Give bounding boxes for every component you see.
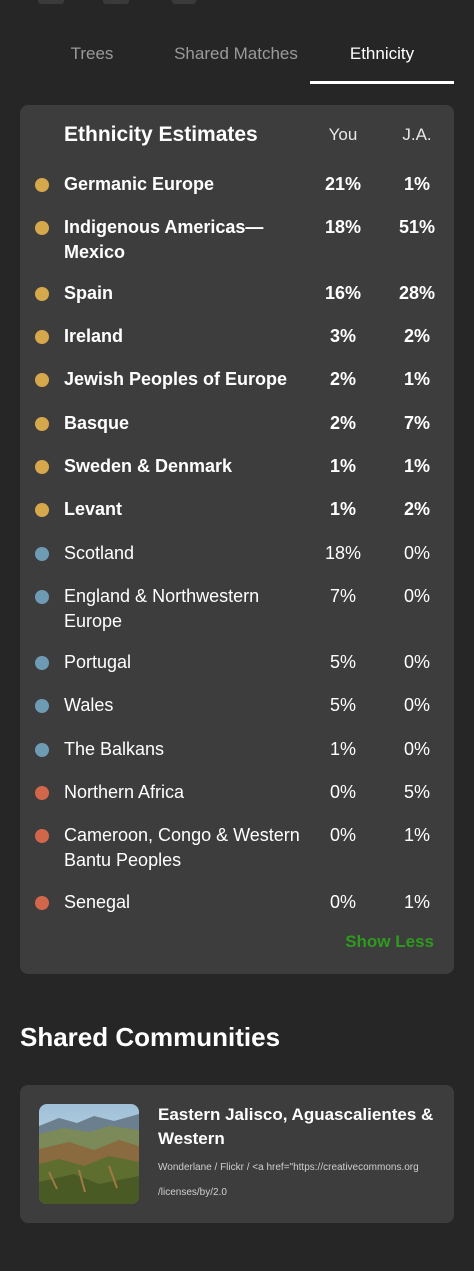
region-name: Basque	[64, 413, 130, 433]
region-color-dot	[35, 786, 49, 800]
community-title: Eastern Jalisco, Aguascalientes & Wester…	[158, 1105, 434, 1148]
region-name: Levant	[64, 499, 123, 519]
you-percent: 16%	[324, 283, 362, 303]
region-color-dot	[35, 221, 49, 235]
region-name: England & Northwestern Europe	[64, 586, 260, 631]
you-percent: 1%	[329, 499, 356, 519]
other-percent: 0%	[403, 586, 430, 606]
tab-ethnicity[interactable]: Ethnicity	[310, 24, 454, 84]
region-color-dot	[35, 503, 49, 517]
region-color-dot	[35, 590, 49, 604]
other-percent: 0%	[403, 695, 430, 715]
community-credit-line2: /licenses/by/2.0	[158, 1187, 227, 1198]
other-percent: 1%	[403, 174, 430, 194]
top-cutoff-strip	[0, 0, 474, 12]
column-header-other: J.A.	[402, 125, 432, 144]
other-percent: 1%	[403, 456, 430, 476]
you-percent: 0%	[329, 892, 356, 912]
you-percent: 0%	[329, 782, 356, 802]
other-percent: 1%	[403, 369, 430, 389]
other-percent: 1%	[403, 825, 430, 845]
region-name: The Balkans	[64, 739, 165, 759]
other-percent: 2%	[403, 499, 430, 519]
region-color-dot	[35, 178, 49, 192]
other-percent: 51%	[398, 217, 436, 237]
region-color-dot	[35, 699, 49, 713]
you-percent: 7%	[329, 586, 356, 606]
you-percent: 3%	[329, 326, 356, 346]
region-name: Cameroon, Congo & Western Bantu Peoples	[64, 825, 300, 870]
tab-bar: Trees Shared Matches Ethnicity	[0, 24, 474, 84]
other-percent: 28%	[398, 283, 436, 303]
other-percent: 0%	[403, 652, 430, 672]
other-percent: 7%	[403, 413, 430, 433]
you-percent: 0%	[329, 825, 356, 845]
you-percent: 18%	[324, 217, 362, 237]
region-color-dot	[35, 460, 49, 474]
other-percent: 5%	[403, 782, 430, 802]
region-name: Sweden & Denmark	[64, 456, 233, 476]
other-percent: 1%	[403, 892, 430, 912]
column-header-you: You	[328, 125, 358, 144]
community-credit: Wonderlane / Flickr / <a href="https://c…	[158, 1155, 443, 1205]
region-name: Indigenous Americas—Mexico	[64, 217, 264, 262]
region-color-dot	[35, 743, 49, 757]
other-percent: 0%	[403, 543, 430, 563]
region-name: Portugal	[64, 652, 132, 672]
show-less-button[interactable]: Show Less	[345, 932, 434, 952]
region-name: Ireland	[64, 326, 124, 346]
region-color-dot	[35, 330, 49, 344]
ethnicity-estimates-title: Ethnicity Estimates	[64, 123, 258, 146]
region-color-dot	[35, 896, 49, 910]
region-name: Northern Africa	[64, 782, 185, 802]
region-color-dot	[35, 547, 49, 561]
you-percent: 2%	[329, 413, 356, 433]
you-percent: 1%	[329, 456, 356, 476]
community-credit-line1: Wonderlane / Flickr / <a href="https://c…	[158, 1162, 419, 1173]
region-name: Spain	[64, 283, 114, 303]
region-color-dot	[35, 287, 49, 301]
you-percent: 5%	[329, 695, 356, 715]
region-color-dot	[35, 829, 49, 843]
region-name: Wales	[64, 695, 114, 715]
region-color-dot	[35, 373, 49, 387]
you-percent: 1%	[329, 739, 356, 759]
you-percent: 21%	[324, 174, 362, 194]
you-percent: 5%	[329, 652, 356, 672]
region-color-dot	[35, 417, 49, 431]
region-name: Jewish Peoples of Europe	[64, 369, 288, 389]
you-percent: 2%	[329, 369, 356, 389]
region-color-dot	[35, 656, 49, 670]
region-name: Senegal	[64, 892, 131, 912]
you-percent: 18%	[324, 543, 362, 563]
region-name: Scotland	[64, 543, 135, 563]
shared-communities-title: Shared Communities	[20, 1022, 281, 1052]
other-percent: 2%	[403, 326, 430, 346]
ethnicity-estimates-card: Ethnicity Estimates You J.A. Germanic Eu…	[20, 105, 454, 974]
community-card[interactable]: Eastern Jalisco, Aguascalientes & Wester…	[20, 1085, 454, 1223]
landscape-photo-icon	[39, 1104, 139, 1204]
tab-trees[interactable]: Trees	[40, 24, 144, 84]
tab-shared-matches[interactable]: Shared Matches	[162, 24, 310, 84]
region-name: Germanic Europe	[64, 174, 215, 194]
other-percent: 0%	[403, 739, 430, 759]
